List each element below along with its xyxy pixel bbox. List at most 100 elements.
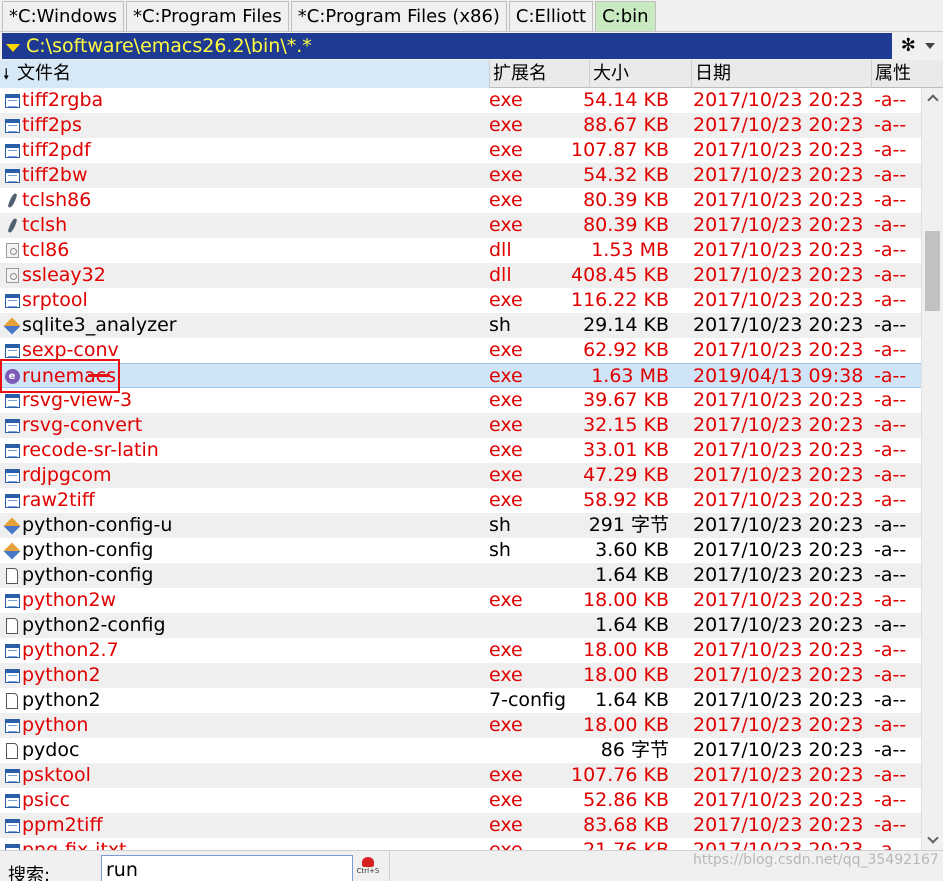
file-name: tiff2rgba <box>22 89 104 111</box>
file-row[interactable]: python2 7-config 1.64 KB 2017/10/23 20:23 -a… <box>0 688 921 713</box>
file-row[interactable]: python-config sh 3.60 KB 2017/10/23 20:23 -a… <box>0 538 921 563</box>
file-size: 29.14 KB <box>583 314 669 336</box>
file-date: 2017/10/23 20:23 <box>693 814 864 836</box>
file-size: 52.86 KB <box>583 789 669 811</box>
file-row[interactable]: rdjpgcom exe 47.29 KB 2017/10/23 20:23 -a-- <box>0 463 921 488</box>
file-date: 2017/10/23 20:23 <box>693 539 864 561</box>
scroll-thumb[interactable] <box>925 231 940 311</box>
document-icon <box>6 692 18 709</box>
file-row[interactable]: png-fix-itxt exe 21.76 KB 2017/10/23 20:23-… <box>0 838 921 850</box>
tab-0[interactable]: *C:Windows <box>2 1 124 31</box>
file-date: 2017/10/23 20:23 <box>693 839 864 850</box>
exe-icon <box>4 718 20 733</box>
column-header-ext[interactable]: 扩展名 <box>490 60 590 88</box>
column-header-size[interactable]: 大小 <box>590 60 692 88</box>
column-header: 🠗 文件名 扩展名 大小 日期 属性 <box>0 60 943 88</box>
file-ext: exe <box>489 764 523 786</box>
file-icon-cell <box>3 788 21 813</box>
file-row[interactable]: ppm2tiff exe 83.68 KB 2017/10/23 20:23 -a-- <box>0 813 921 838</box>
file-row[interactable]: psktool exe 107.76 KB 2017/10/23 20:23 -a-- <box>0 763 921 788</box>
file-row[interactable]: python exe 18.00 KB 2017/10/23 20:23 -a-- <box>0 713 921 738</box>
file-row[interactable]: python2.7 exe 18.00 KB 2017/10/23 20:23 -a-- <box>0 638 921 663</box>
file-icon-cell <box>3 563 21 588</box>
file-size: 408.45 KB <box>570 264 669 286</box>
file-icon-cell <box>3 613 21 638</box>
column-header-name[interactable]: 🠗 文件名 <box>0 60 490 88</box>
file-attr: -a-- <box>874 439 907 461</box>
file-name: tcl86 <box>22 239 70 261</box>
file-date: 2017/10/23 20:23 <box>693 264 864 286</box>
file-row[interactable]: srptool exe 116.22 KB 2017/10/23 20:23 -a-- <box>0 288 921 313</box>
file-row[interactable]: tiff2bw exe 54.32 KB 2017/10/23 20:23 -a-- <box>0 163 921 188</box>
file-row[interactable]: pydoc 86 字节 2017/10/23 20:23 -a-- <box>0 738 921 763</box>
file-ext: sh <box>489 314 511 336</box>
filter-button[interactable]: ✻ <box>896 34 940 58</box>
path-field[interactable]: C:\software\emacs26.2\bin\*.* <box>2 33 892 59</box>
file-icon-cell <box>3 838 21 850</box>
tab-1[interactable]: *C:Program Files <box>125 1 289 31</box>
vertical-scrollbar[interactable] <box>921 88 943 850</box>
file-row[interactable]: ssleay32 dll 408.45 KB 2017/10/23 20:23 -a-- <box>0 263 921 288</box>
file-row[interactable]: tcl86 dll 1.53 MB 2017/10/23 20:23 -a-- <box>0 238 921 263</box>
scroll-down-button[interactable] <box>922 830 943 850</box>
file-row[interactable]: recode-sr-latin exe 33.01 KB 2017/10/23 20:… <box>0 438 921 463</box>
file-date: 2017/10/23 20:23 <box>693 289 864 311</box>
column-header-attr[interactable]: 属性 <box>872 60 943 88</box>
tab-3[interactable]: C:Elliott <box>508 1 594 31</box>
chevron-down-icon <box>925 43 936 49</box>
exe-icon <box>4 493 20 508</box>
search-input[interactable] <box>101 855 353 881</box>
file-icon-cell <box>3 538 21 563</box>
file-row[interactable]: rsvg-view-3 exe 39.67 KB 2017/10/23 20:23 -a… <box>0 388 921 413</box>
exe-icon <box>4 293 20 308</box>
path-dropdown-icon[interactable] <box>6 44 20 52</box>
file-name: rdjpgcom <box>22 464 112 486</box>
file-row[interactable]: python-config-u sh 291 字节 2017/10/23 20:23-… <box>0 513 921 538</box>
tab-4[interactable]: C:bin <box>595 1 656 31</box>
file-row[interactable]: python2 exe 18.00 KB 2017/10/23 20:23 -a-- <box>0 663 921 688</box>
file-attr: -a-- <box>874 289 907 311</box>
file-name: python2 <box>22 689 101 711</box>
tab-2[interactable]: *C:Program Files (x86) <box>290 1 507 31</box>
file-row[interactable]: tclsh exe 80.39 KB 2017/10/23 20:23 -a-- <box>0 213 921 238</box>
file-size: 107.76 KB <box>570 764 669 786</box>
file-date: 2017/10/23 20:23 <box>693 89 864 111</box>
file-size: 21.76 KB <box>583 839 669 850</box>
file-size: 33.01 KB <box>583 439 669 461</box>
file-row[interactable]: sexp-conv exe 62.92 KB 2017/10/23 20:23 -a-- <box>0 338 921 363</box>
file-row[interactable]: rsvg-convert exe 32.15 KB 2017/10/23 20:23-… <box>0 413 921 438</box>
exe-icon <box>4 93 20 108</box>
file-date: 2017/10/23 20:23 <box>693 714 864 736</box>
file-date: 2017/10/23 20:23 <box>693 689 864 711</box>
file-row[interactable]: python2w exe 18.00 KB 2017/10/23 20:23 -a-- <box>0 588 921 613</box>
document-icon <box>6 742 18 759</box>
file-date: 2017/10/23 20:23 <box>693 664 864 686</box>
scroll-up-button[interactable] <box>922 88 943 108</box>
file-size: 18.00 KB <box>583 589 669 611</box>
file-name: python2-config <box>22 614 166 636</box>
file-ext: dll <box>489 239 512 261</box>
file-row[interactable]: tiff2rgba exe 54.14 KB 2017/10/23 20:23 -a-- <box>0 88 921 113</box>
file-size: 39.67 KB <box>583 389 669 411</box>
file-row[interactable]: raw2tiff exe 58.92 KB 2017/10/23 20:23 -a-- <box>0 488 921 513</box>
file-row[interactable]: tiff2pdf exe 107.87 KB 2017/10/23 20:23 -a-- <box>0 138 921 163</box>
file-ext: exe <box>489 289 523 311</box>
file-ext: exe <box>489 639 523 661</box>
file-row[interactable]: python2-config 1.64 KB 2017/10/23 20:23 -a-… <box>0 613 921 638</box>
file-row[interactable]: psicc exe 52.86 KB 2017/10/23 20:23 -a-- <box>0 788 921 813</box>
file-attr: -a-- <box>874 664 907 686</box>
file-row[interactable]: sqlite3_analyzer sh 29.14 KB 2017/10/23 20:… <box>0 313 921 338</box>
file-name: python2w <box>22 589 117 611</box>
file-size: 58.92 KB <box>583 489 669 511</box>
file-row[interactable]: tclsh86 exe 80.39 KB 2017/10/23 20:23 -a-- <box>0 188 921 213</box>
column-header-date[interactable]: 日期 <box>692 60 872 88</box>
file-icon-cell <box>3 313 21 338</box>
file-row[interactable]: e runemacs exe 1.63 MB 2019/04/13 09:38 -a-- <box>0 363 921 388</box>
search-button[interactable]: Ctrl+S <box>356 857 380 881</box>
file-row[interactable]: python-config 1.64 KB 2017/10/23 20:23 -a-- <box>0 563 921 588</box>
file-icon-cell <box>3 438 21 463</box>
file-ext: exe <box>489 214 523 236</box>
file-attr: -a-- <box>874 739 907 761</box>
asterisk-icon: ✻ <box>900 35 916 56</box>
file-row[interactable]: tiff2ps exe 88.67 KB 2017/10/23 20:23 -a-- <box>0 113 921 138</box>
